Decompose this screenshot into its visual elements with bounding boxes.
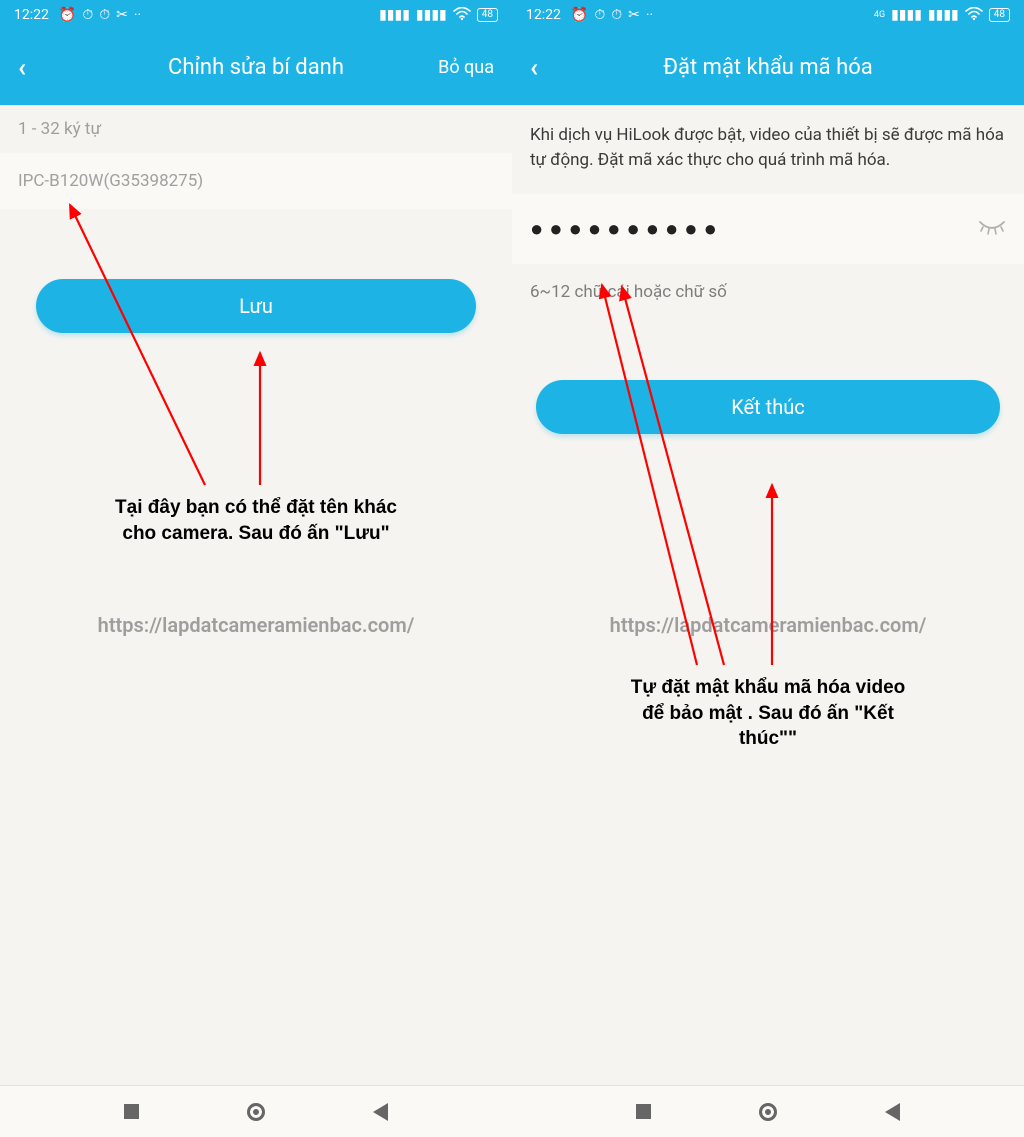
alarm-icon: ⏰ (571, 8, 588, 22)
content-area: 1 - 32 ký tự IPC-B120W(G35398275) Lưu Tạ… (0, 105, 512, 1085)
alarm-icon-2: ⏱ (82, 8, 93, 22)
scissors-icon: ✂ (628, 8, 640, 22)
status-bar: 12:22 ⏰ ⏱ ⏱ ✂ ·· 4G ▮▮▮▮ ▮▮▮▮ 48 (512, 0, 1024, 30)
save-button-label: Lưu (239, 294, 273, 318)
alias-input[interactable]: IPC-B120W(G35398275) (18, 171, 203, 191)
annotation-text: Tại đây bạn có thể đặt tên khác cho came… (60, 495, 452, 546)
battery-level: 48 (477, 8, 498, 22)
alarm-icon-2: ⏱ (594, 8, 605, 22)
recent-apps-button[interactable] (636, 1104, 651, 1119)
watermark: https://lapdatcameramienbac.com/ (512, 613, 1024, 637)
description-text: Khi dịch vụ HiLook được bật, video của t… (512, 105, 1024, 194)
annotation-text: Tự đặt mật khẩu mã hóa video để bảo mật … (572, 675, 964, 752)
signal-icon-2: ▮▮▮▮ (928, 8, 959, 22)
alarm-icon-3: ⏱ (611, 8, 622, 22)
eye-closed-icon[interactable] (978, 217, 1006, 242)
status-time: 12:22 (14, 7, 49, 23)
android-nav-bar (512, 1085, 1024, 1137)
back-nav-button[interactable] (373, 1103, 388, 1121)
signal-icon: ▮▮▮▮ (891, 8, 922, 22)
watermark: https://lapdatcameramienbac.com/ (0, 613, 512, 637)
save-button[interactable]: Lưu (36, 279, 476, 333)
content-area: Khi dịch vụ HiLook được bật, video của t… (512, 105, 1024, 1085)
recent-apps-button[interactable] (124, 1104, 139, 1119)
finish-button[interactable]: Kết thúc (536, 380, 1000, 434)
title-bar: ‹ Đặt mật khẩu mã hóa (512, 30, 1024, 105)
more-icon: ·· (134, 8, 141, 22)
password-hint: 6~12 chữ cái hoặc chữ số (512, 264, 1024, 320)
page-title: Đặt mật khẩu mã hóa (512, 55, 1024, 80)
signal-icon: ▮▮▮▮ (379, 8, 410, 22)
scissors-icon: ✂ (116, 8, 128, 22)
page-title: Chỉnh sửa bí danh (0, 55, 512, 80)
back-nav-button[interactable] (885, 1103, 900, 1121)
skip-button[interactable]: Bỏ qua (438, 57, 494, 78)
alarm-icon-3: ⏱ (99, 8, 110, 22)
signal-icon-2: ▮▮▮▮ (416, 8, 447, 22)
home-button[interactable] (759, 1103, 777, 1121)
password-input[interactable]: ●●●●●●●●●● (530, 216, 723, 242)
wifi-icon (965, 7, 983, 24)
alarm-icon: ⏰ (59, 8, 76, 22)
home-button[interactable] (247, 1103, 265, 1121)
phone-left: 12:22 ⏰ ⏱ ⏱ ✂ ·· ▮▮▮▮ ▮▮▮▮ 48 ‹ Chỉnh sử… (0, 0, 512, 1137)
status-bar: 12:22 ⏰ ⏱ ⏱ ✂ ·· ▮▮▮▮ ▮▮▮▮ 48 (0, 0, 512, 30)
title-bar: ‹ Chỉnh sửa bí danh Bỏ qua (0, 30, 512, 105)
battery-level: 48 (989, 8, 1010, 22)
more-icon: ·· (646, 8, 653, 22)
back-button[interactable]: ‹ (18, 53, 38, 83)
android-nav-bar (0, 1085, 512, 1137)
char-limit-hint: 1 - 32 ký tự (0, 105, 512, 153)
phone-right: 12:22 ⏰ ⏱ ⏱ ✂ ·· 4G ▮▮▮▮ ▮▮▮▮ 48 ‹ Đặt m… (512, 0, 1024, 1137)
wifi-icon (453, 7, 471, 24)
lte-icon: 4G (874, 11, 885, 20)
alias-input-row[interactable]: IPC-B120W(G35398275) (0, 153, 512, 209)
password-input-row[interactable]: ●●●●●●●●●● (512, 194, 1024, 264)
status-time: 12:22 (526, 7, 561, 23)
finish-button-label: Kết thúc (731, 395, 804, 419)
back-button[interactable]: ‹ (530, 53, 550, 83)
